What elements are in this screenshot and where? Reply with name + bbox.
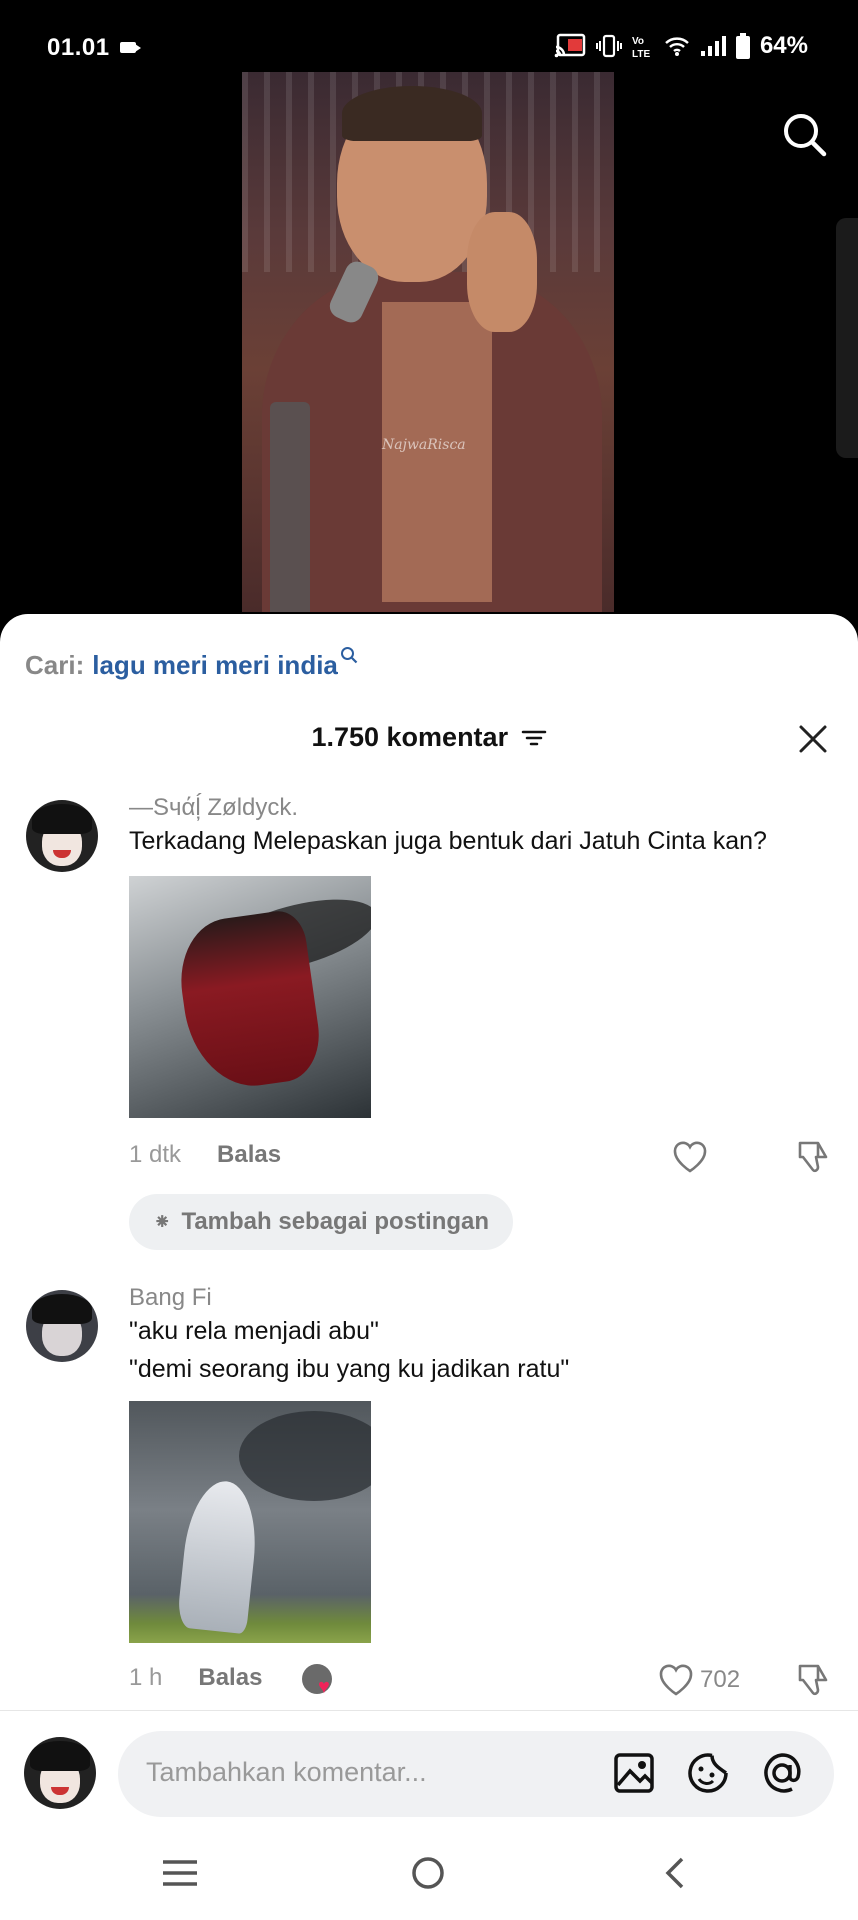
like-button[interactable]: 702 — [658, 1662, 768, 1698]
add-as-post-button[interactable]: ⁕ Tambah sebagai postingan — [129, 1194, 514, 1250]
like-count: 702 — [700, 1666, 741, 1693]
comment-line: Terkadang Melepaskan juga bentuk dari Ja… — [129, 827, 767, 855]
dislike-icon[interactable] — [794, 1662, 832, 1698]
video-watermark: NajwaRisca — [382, 437, 466, 453]
avatar[interactable] — [26, 800, 98, 872]
related-search-label: Cari: — [25, 650, 85, 680]
reply-button[interactable]: Balas — [217, 1141, 281, 1169]
image-cloud — [239, 1411, 371, 1501]
dislike-icon[interactable] — [794, 1139, 832, 1175]
comment-input-bar: Tambahkan komentar... — [0, 1710, 858, 1835]
image-figure — [176, 1477, 262, 1635]
side-panel-handle[interactable] — [836, 218, 858, 458]
comment-username[interactable]: —Sчάĺ̦ Zøldyck. — [129, 794, 298, 822]
my-avatar[interactable] — [24, 1737, 96, 1809]
svg-text:Vo: Vo — [632, 36, 644, 47]
avatar[interactable] — [26, 1290, 98, 1362]
heart-small-icon: ♥ — [318, 1676, 330, 1698]
menu-icon[interactable] — [160, 1857, 200, 1889]
heart-icon — [673, 1141, 707, 1173]
at-icon[interactable] — [760, 1751, 804, 1795]
comment-meta: 1 dtk Balas — [129, 1141, 281, 1169]
cast-icon — [554, 33, 586, 58]
comment-input-placeholder: Tambahkan komentar... — [146, 1757, 427, 1787]
screen-record-icon — [120, 42, 141, 53]
emoji-icon[interactable] — [686, 1751, 730, 1795]
related-search[interactable]: Cari: lagu meri meri india — [25, 647, 358, 681]
status-time: 01.01 — [47, 34, 110, 61]
related-search-query[interactable]: lagu meri meri india — [92, 650, 338, 681]
comment-image[interactable] — [129, 876, 371, 1118]
avatar-hair — [30, 1741, 90, 1771]
comment-text: Terkadang Melepaskan juga bentuk dari Ja… — [129, 822, 767, 860]
home-icon[interactable] — [410, 1855, 446, 1891]
signal-icon — [700, 36, 726, 56]
avatar-hair — [32, 1294, 92, 1324]
comment-count: 1.750 komentar — [311, 722, 509, 752]
comment-meta: 1 h Balas — [129, 1664, 262, 1692]
comment-time: 1 dtk — [129, 1141, 182, 1168]
battery-icon — [735, 33, 750, 59]
search-small-icon — [340, 647, 358, 664]
close-icon[interactable] — [796, 722, 830, 756]
microphone-stand — [270, 402, 310, 612]
reply-button[interactable]: Balas — [198, 1664, 262, 1692]
add-as-post-label: Tambah sebagai postingan — [181, 1208, 490, 1235]
video-figure-hand — [467, 212, 537, 332]
system-nav-bar — [0, 1835, 858, 1920]
comments-header: 1.750 komentar — [0, 722, 858, 762]
comment-line: "aku rela menjadi abu" — [129, 1317, 379, 1345]
wifi-icon — [665, 37, 689, 56]
avatar-hair — [32, 804, 92, 834]
video-player[interactable]: NajwaRisca — [242, 72, 614, 612]
filter-icon[interactable] — [521, 727, 547, 749]
like-button[interactable] — [672, 1139, 712, 1175]
comment-input[interactable]: Tambahkan komentar... — [118, 1731, 834, 1817]
svg-text:LTE: LTE — [632, 49, 650, 59]
comment-line: "demi seorang ibu yang ku jadikan ratu" — [129, 1355, 570, 1383]
battery-percent: 64% — [759, 32, 808, 59]
comment-time: 1 h — [129, 1664, 163, 1691]
status-icons: Vo LTE 64% — [554, 32, 808, 60]
image-figure — [172, 907, 326, 1095]
heart-icon — [659, 1664, 693, 1696]
back-icon[interactable] — [660, 1855, 688, 1891]
video-figure-hair — [342, 86, 482, 141]
volte-icon: Vo LTE — [632, 36, 650, 59]
sparkle-icon: ⁕ — [153, 1209, 172, 1234]
image-icon[interactable] — [612, 1751, 656, 1795]
comment-text: "aku rela menjadi abu" "demi seorang ibu… — [129, 1312, 569, 1388]
creator-liked-badge: ♥ — [302, 1664, 338, 1698]
comment-image[interactable] — [129, 1401, 371, 1643]
search-icon[interactable] — [780, 110, 828, 158]
comment-username[interactable]: Bang Fi — [129, 1284, 212, 1312]
vibrate-icon — [595, 34, 622, 58]
